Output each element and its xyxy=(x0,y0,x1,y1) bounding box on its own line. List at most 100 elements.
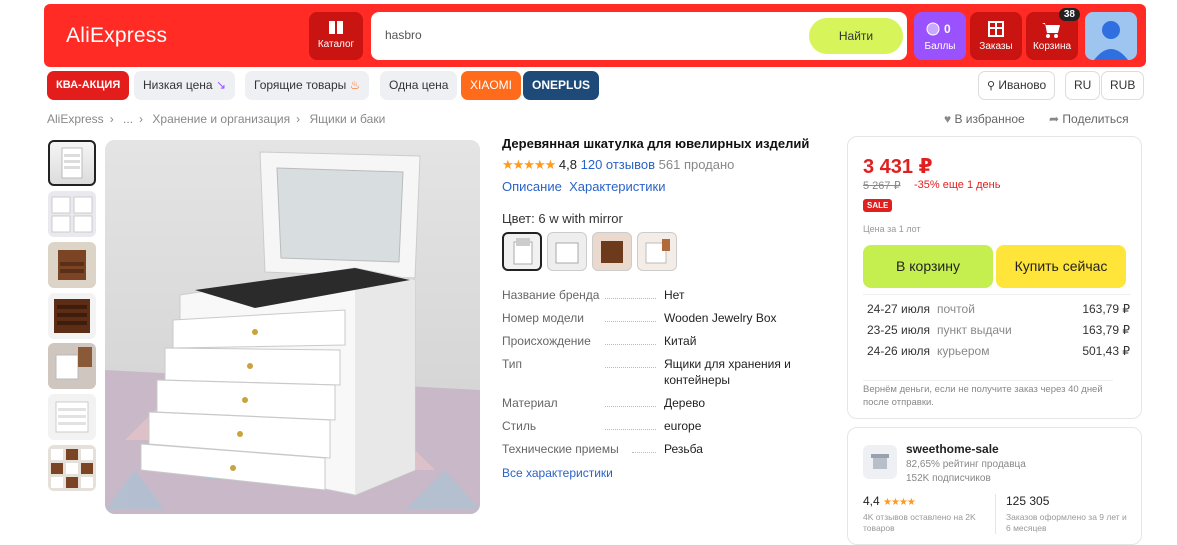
promo-one-price[interactable]: Одна цена xyxy=(380,71,458,100)
color-swatch[interactable] xyxy=(502,232,542,271)
gallery-thumbnail[interactable] xyxy=(48,191,96,237)
cart-count-badge: 38 xyxy=(1058,8,1080,21)
spec-value: Нет xyxy=(664,288,685,302)
buy-now-button[interactable]: Купить сейчас xyxy=(996,245,1126,288)
share-arrow-icon: ➦ xyxy=(1049,112,1060,126)
tab-specs[interactable]: Характеристики xyxy=(569,179,665,194)
gallery-thumbnail[interactable] xyxy=(48,445,96,491)
points-label: Баллы xyxy=(924,41,956,52)
add-to-cart-button[interactable]: В корзину xyxy=(863,245,993,288)
orders-button[interactable]: Заказы xyxy=(970,12,1022,60)
delivery-date: 24-26 июля xyxy=(867,344,930,358)
language-selector[interactable]: RU xyxy=(1065,71,1101,100)
user-avatar[interactable] xyxy=(1085,12,1137,60)
delivery-price: 163,79 ₽ xyxy=(1082,302,1130,316)
promo-xiaomi[interactable]: XIAOMI xyxy=(461,71,522,100)
seller-score-note: 4K отзывов оставлено на 2K товаров xyxy=(863,512,976,533)
product-tabs: Описание Характеристики xyxy=(502,179,665,194)
breadcrumb-item[interactable]: Ящики и баки xyxy=(309,112,385,126)
gallery-thumbnail[interactable] xyxy=(48,293,96,339)
search-button[interactable]: Найти xyxy=(809,18,903,54)
jewelry-box-thumb-image xyxy=(54,299,90,333)
catalog-label: Каталог xyxy=(317,39,355,50)
seller-score: 4,4 ★★★★ xyxy=(863,494,916,508)
swatch-white-mirror-image xyxy=(513,238,533,265)
box-icon xyxy=(988,21,1004,37)
gallery-thumbnail[interactable] xyxy=(48,140,96,186)
trend-down-icon: ↘ xyxy=(215,78,227,92)
delivery-method: пункт выдачи xyxy=(937,323,1012,337)
breadcrumb-item[interactable]: Хранение и организация xyxy=(152,112,290,126)
favorite-label: В избранное xyxy=(954,112,1025,126)
catalog-button[interactable]: Каталог xyxy=(309,12,363,60)
spec-key: Номер модели xyxy=(502,310,664,326)
gallery-thumbnail[interactable] xyxy=(48,394,96,440)
promo-hot-items-label: Горящие товары xyxy=(254,78,347,92)
spec-value: Wooden Jewelry Box xyxy=(664,311,777,325)
reviews-link[interactable]: 120 отзывов xyxy=(581,157,655,172)
color-swatch[interactable] xyxy=(592,232,632,271)
spec-row: Происхождение Китай xyxy=(502,333,822,349)
aliexpress-logo[interactable]: AliExpress xyxy=(66,24,167,48)
spec-value: Ящики для хранения и контейнеры xyxy=(664,357,791,387)
tab-description[interactable]: Описание xyxy=(502,179,562,194)
delivery-price: 163,79 ₽ xyxy=(1082,323,1130,337)
jewelry-box-image xyxy=(105,140,480,514)
promo-hot-items[interactable]: Горящие товары ♨ xyxy=(245,71,370,100)
jewelry-box-thumb-image xyxy=(51,196,93,233)
gallery-thumbnail[interactable] xyxy=(48,343,96,389)
buy-box: 3 431 ₽ 5 267 ₽ -35% еще 1 день SALE Цен… xyxy=(847,136,1142,419)
promo-low-price[interactable]: Низкая цена ↘ xyxy=(134,71,236,100)
cart-icon xyxy=(1042,23,1060,38)
spec-row: Технические приемы Резьба xyxy=(502,441,822,457)
swatch-white-carved-image xyxy=(645,239,670,264)
search-input[interactable] xyxy=(385,28,785,42)
seller-name[interactable]: sweethome-sale xyxy=(906,442,999,456)
rating-row: ★★★★★ 4,8 120 отзывов 561 продано xyxy=(502,157,734,173)
store-icon[interactable] xyxy=(863,445,897,479)
delivery-option[interactable]: 24-27 июля почтой 163,79 ₽ xyxy=(863,299,1130,320)
main-product-image[interactable] xyxy=(105,140,480,514)
all-specs-link[interactable]: Все характеристики xyxy=(502,466,613,480)
promo-oneplus[interactable]: ONEPLUS xyxy=(523,71,600,100)
chevron-right-icon: › xyxy=(139,112,144,126)
spec-value: Китай xyxy=(664,334,697,348)
gallery-thumbnail[interactable] xyxy=(48,242,96,288)
user-icon xyxy=(1094,21,1128,60)
delivery-option[interactable]: 23-25 июля пункт выдачи 163,79 ₽ xyxy=(863,320,1130,341)
old-price: 5 267 ₽ xyxy=(863,180,901,192)
spec-value: europe xyxy=(664,419,702,433)
cart-button[interactable]: 38 Корзина xyxy=(1026,8,1080,60)
store-logo-image xyxy=(871,454,889,469)
sold-count: 561 продано xyxy=(658,157,735,172)
spec-row: Номер модели Wooden Jewelry Box xyxy=(502,310,822,326)
color-swatch[interactable] xyxy=(637,232,677,271)
favorite-button[interactable]: ♥ В избранное xyxy=(944,112,1025,126)
promo-kva-akciya[interactable]: КВА-АКЦИЯ xyxy=(47,71,130,100)
delivery-method: почтой xyxy=(937,302,975,316)
seller-orders: 125 305 xyxy=(1006,494,1050,508)
city-selector[interactable]: ⚲ Иваново xyxy=(978,71,1056,100)
rating-stars-icon: ★★★★★ xyxy=(502,157,556,172)
points-button[interactable]: 0 Баллы xyxy=(914,12,966,60)
location-pin-icon: ⚲ xyxy=(987,80,996,92)
currency-selector[interactable]: RUB xyxy=(1101,71,1145,100)
fire-icon: ♨ xyxy=(349,78,361,92)
refund-note: Вернём деньги, если не получите заказ че… xyxy=(863,380,1113,409)
rating-value: 4,8 xyxy=(558,157,577,172)
jewelry-box-thumb-image xyxy=(51,449,93,488)
seller-stars-icon: ★★★★ xyxy=(883,497,916,508)
delivery-option[interactable]: 24-26 июля курьером 501,43 ₽ xyxy=(863,341,1130,362)
search-bar: Найти xyxy=(371,12,907,60)
divider xyxy=(995,494,996,534)
breadcrumb-item[interactable]: AliExpress xyxy=(47,112,104,126)
delivery-date: 23-25 июля xyxy=(867,323,930,337)
breadcrumb-item[interactable]: ... xyxy=(123,112,133,126)
share-button[interactable]: ➦ Поделиться xyxy=(1049,112,1129,126)
jewelry-box-thumb-image xyxy=(58,250,86,280)
share-label: Поделиться xyxy=(1062,112,1129,126)
color-swatch[interactable] xyxy=(547,232,587,271)
price-per-lot: Цена за 1 лот xyxy=(863,224,921,234)
spec-key: Материал xyxy=(502,395,664,411)
spec-row: Материал Дерево xyxy=(502,395,822,411)
